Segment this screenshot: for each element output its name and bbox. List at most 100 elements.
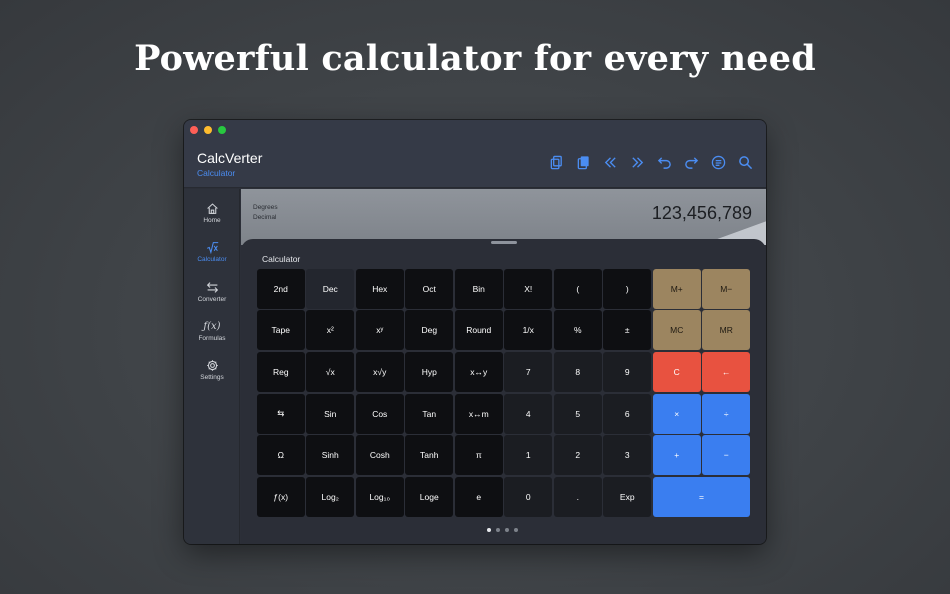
- key-5-button[interactable]: 5: [553, 393, 602, 434]
- key-x-button[interactable]: √x: [306, 351, 355, 393]
- key-symbol-button[interactable]: (: [553, 268, 602, 309]
- key-loge-button[interactable]: Loge: [405, 476, 454, 517]
- key-symbol-button[interactable]: π: [454, 435, 503, 476]
- key-2-button[interactable]: 2: [553, 435, 602, 476]
- sidebar-item-formulas[interactable]: ƒ(x) Formulas: [184, 319, 240, 343]
- angle-mode-label: Degrees: [253, 204, 278, 211]
- home-icon: [184, 201, 240, 215]
- sidebar-item-converter[interactable]: Converter: [184, 280, 240, 303]
- key-1-button[interactable]: 1: [504, 435, 553, 476]
- app-window: CalcVerter Calculator Home Calculator Co…: [184, 120, 766, 544]
- key-symbol-button[interactable]: Ω: [256, 435, 305, 476]
- key-bin-button[interactable]: Bin: [454, 268, 503, 309]
- fast-forward-icon[interactable]: [629, 154, 646, 171]
- key-e-button[interactable]: e: [454, 476, 503, 517]
- sidebar-item-label: Calculator: [197, 256, 227, 263]
- sidebar: Home Calculator Converter ƒ(x) Formulas …: [184, 189, 240, 544]
- key-symbol-button[interactable]: .: [553, 476, 602, 517]
- key-hex-button[interactable]: Hex: [355, 268, 404, 309]
- keypad-sheet: Calculator 2nd Dec Hex Oct Bin X!() M+ M− Tape x²…: [241, 239, 766, 544]
- key-3-button[interactable]: 3: [603, 435, 652, 476]
- key-mc-button[interactable]: MC: [652, 310, 701, 351]
- page-dot[interactable]: [487, 528, 491, 532]
- key-6-button[interactable]: 6: [603, 393, 652, 434]
- key-log-button[interactable]: Log₂: [306, 476, 355, 517]
- key-mr-button[interactable]: MR: [702, 310, 751, 351]
- key-x-button[interactable]: X!: [504, 268, 553, 309]
- key-cosh-button[interactable]: Cosh: [355, 435, 404, 476]
- key-1-x-button[interactable]: 1/x: [504, 310, 553, 351]
- key-9-button[interactable]: 9: [603, 351, 652, 393]
- key-tan-button[interactable]: Tan: [405, 393, 454, 434]
- sidebar-item-label: Formulas: [198, 335, 226, 342]
- key-tanh-button[interactable]: Tanh: [405, 435, 454, 476]
- paste-icon[interactable]: [575, 154, 592, 171]
- key-symbol-button[interactable]: ←: [702, 351, 751, 393]
- key-symbol-button[interactable]: ⇆: [256, 393, 305, 434]
- key-symbol-button[interactable]: ±: [603, 310, 652, 351]
- key-2nd-button[interactable]: 2nd: [256, 268, 305, 309]
- search-icon[interactable]: [737, 154, 754, 171]
- sidebar-item-label: Home: [203, 217, 221, 224]
- key-oct-button[interactable]: Oct: [405, 268, 454, 309]
- key-round-button[interactable]: Round: [454, 310, 503, 351]
- key-x-button[interactable]: ƒ(x): [256, 476, 305, 517]
- key-8-button[interactable]: 8: [553, 351, 602, 393]
- calculator-display: Degrees Decimal 123,456,789: [241, 189, 766, 245]
- key-symbol-button[interactable]: ×: [652, 393, 701, 434]
- key-symbol-button[interactable]: ): [603, 268, 652, 309]
- key-c-button[interactable]: C: [652, 351, 701, 393]
- page-dot[interactable]: [505, 528, 509, 532]
- close-window-button[interactable]: [190, 126, 198, 134]
- toolbar: [548, 154, 754, 171]
- list-icon[interactable]: [710, 154, 727, 171]
- key-cos-button[interactable]: Cos: [355, 393, 404, 434]
- key-symbol-button[interactable]: %: [553, 310, 602, 351]
- keypad: 2nd Dec Hex Oct Bin X!() M+ M− Tape x² xʸ Deg Round 1…: [256, 268, 751, 518]
- app-subtitle: Calculator: [197, 168, 236, 178]
- key-7-button[interactable]: 7: [504, 351, 553, 393]
- key-symbol-button[interactable]: ÷: [702, 393, 751, 434]
- sidebar-item-label: Settings: [200, 374, 224, 381]
- minimize-window-button[interactable]: [204, 126, 212, 134]
- key-x-button[interactable]: x²: [306, 310, 355, 351]
- sidebar-item-settings[interactable]: Settings: [184, 358, 240, 381]
- key-4-button[interactable]: 4: [504, 393, 553, 434]
- key-x-m-button[interactable]: x↔m: [454, 393, 503, 434]
- number-mode-label: Decimal: [253, 214, 277, 221]
- undo-icon[interactable]: [656, 154, 673, 171]
- key-m-button[interactable]: M+: [652, 268, 701, 309]
- key-deg-button[interactable]: Deg: [405, 310, 454, 351]
- key-dec-button[interactable]: Dec: [306, 268, 355, 309]
- rewind-icon[interactable]: [602, 154, 619, 171]
- key-sin-button[interactable]: Sin: [306, 393, 355, 434]
- key-hyp-button[interactable]: Hyp: [405, 351, 454, 393]
- sidebar-item-label: Converter: [197, 296, 227, 303]
- key-exp-button[interactable]: Exp: [603, 476, 652, 517]
- gear-icon: [184, 358, 240, 372]
- page-dot[interactable]: [514, 528, 518, 532]
- sheet-drag-handle[interactable]: [491, 241, 517, 244]
- key-x-y-button[interactable]: x√y: [355, 351, 404, 393]
- key-m-button[interactable]: M−: [702, 268, 751, 309]
- copy-icon[interactable]: [548, 154, 565, 171]
- key-reg-button[interactable]: Reg: [256, 351, 305, 393]
- key-0-button[interactable]: 0: [504, 476, 553, 517]
- main-area: Degrees Decimal 123,456,789 Calculator 2…: [241, 189, 766, 544]
- redo-icon[interactable]: [683, 154, 700, 171]
- zoom-window-button[interactable]: [218, 126, 226, 134]
- key-symbol-button[interactable]: −: [702, 435, 751, 476]
- app-title: CalcVerter: [197, 150, 263, 166]
- key-symbol-button[interactable]: +: [652, 435, 701, 476]
- sidebar-item-calculator[interactable]: Calculator: [184, 240, 240, 263]
- key-symbol-button[interactable]: =: [652, 476, 751, 517]
- page-indicator[interactable]: [487, 528, 518, 532]
- key-x-button[interactable]: xʸ: [355, 310, 404, 351]
- key-tape-button[interactable]: Tape: [256, 310, 305, 351]
- sqrt-icon: [184, 240, 240, 254]
- sidebar-item-home[interactable]: Home: [184, 201, 240, 224]
- key-x-y-button[interactable]: x↔y: [454, 351, 503, 393]
- page-dot[interactable]: [496, 528, 500, 532]
- key-log-button[interactable]: Log₁₀: [355, 476, 404, 517]
- key-sinh-button[interactable]: Sinh: [306, 435, 355, 476]
